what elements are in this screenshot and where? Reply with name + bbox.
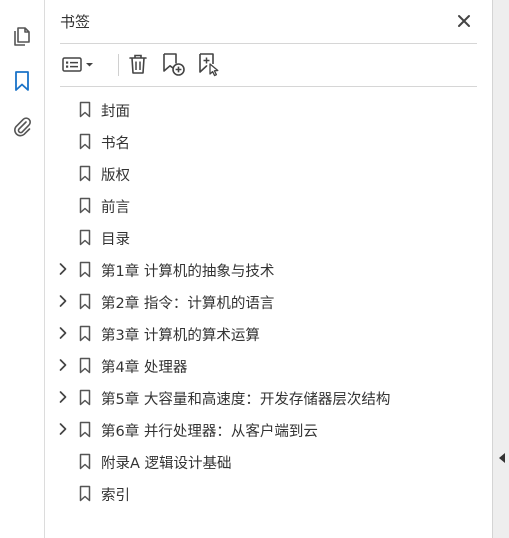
bookmark-item[interactable]: 前言 [45, 190, 492, 220]
bookmark-item[interactable]: 第4章 处理器 [45, 350, 492, 380]
bookmark-icon [79, 453, 91, 470]
bookmark-label: 前言 [101, 200, 130, 216]
bookmark-label: 第3章 计算机的算术运算 [101, 328, 260, 344]
chevron-right-icon[interactable] [57, 390, 69, 404]
bookmarks-panel: 书签 封面 书名 版权 前言 目录 第1章 计算机的抽象与技术 第2章 指令：计… [45, 0, 492, 538]
bookmark-icon [15, 71, 29, 91]
close-icon [458, 15, 470, 27]
bookmarks-toolbar [60, 50, 480, 80]
chevron-right-icon[interactable] [57, 326, 69, 340]
bookmark-icon [79, 197, 91, 214]
chevron-right-icon[interactable] [57, 294, 69, 308]
bookmark-label: 版权 [101, 168, 130, 184]
bookmark-item[interactable]: 书名 [45, 126, 492, 156]
bookmark-item[interactable]: 第5章 大容量和高速度：开发存储器层次结构 [45, 382, 492, 412]
attachment-icon [14, 117, 31, 137]
attachments-button[interactable] [8, 113, 36, 141]
bookmark-item[interactable]: 第2章 指令：计算机的语言 [45, 286, 492, 316]
toolbar-separator [118, 54, 119, 76]
options-menu-icon [62, 57, 93, 72]
title-divider [60, 43, 477, 44]
new-bookmark-from-selection-icon [199, 53, 219, 77]
bookmark-icon [79, 293, 91, 310]
bookmark-icon [79, 229, 91, 246]
bookmark-label: 第5章 大容量和高速度：开发存储器层次结构 [101, 392, 391, 408]
left-navigation-rail [0, 0, 45, 538]
bookmark-icon [79, 325, 91, 342]
new-bookmark-from-selection-button[interactable] [194, 50, 224, 78]
bookmark-item[interactable]: 版权 [45, 158, 492, 188]
bookmark-icon [79, 261, 91, 278]
bookmark-label: 书名 [101, 136, 130, 152]
bookmark-label: 目录 [101, 232, 130, 248]
bookmark-item[interactable]: 目录 [45, 222, 492, 252]
bookmark-icon [79, 421, 91, 438]
bookmark-label: 附录A 逻辑设计基础 [101, 456, 232, 472]
bookmark-label: 索引 [101, 488, 130, 504]
bookmark-icon [79, 133, 91, 150]
chevron-right-icon[interactable] [57, 422, 69, 436]
bookmark-icon [79, 389, 91, 406]
bookmark-label: 第1章 计算机的抽象与技术 [101, 264, 275, 280]
bookmarks-button[interactable] [8, 67, 36, 95]
page-thumbnails-button[interactable] [8, 21, 36, 49]
new-bookmark-button[interactable] [158, 50, 188, 78]
bookmark-item[interactable]: 索引 [45, 478, 492, 508]
bookmark-icon [79, 485, 91, 502]
bookmark-label: 封面 [101, 104, 130, 120]
delete-bookmark-button[interactable] [124, 50, 152, 78]
toolbar-divider [60, 86, 477, 87]
bookmark-item[interactable]: 第6章 并行处理器：从客户端到云 [45, 414, 492, 444]
panel-title: 书签 [60, 13, 91, 31]
options-menu-button[interactable] [60, 50, 98, 78]
collapse-arrow-icon[interactable] [498, 452, 506, 464]
bookmark-icon [79, 101, 91, 118]
new-bookmark-icon [163, 53, 185, 76]
close-panel-button[interactable] [453, 10, 475, 32]
bookmark-item[interactable]: 附录A 逻辑设计基础 [45, 446, 492, 476]
delete-icon [129, 54, 147, 74]
bookmark-label: 第6章 并行处理器：从客户端到云 [101, 424, 318, 440]
bookmark-icon [79, 165, 91, 182]
bookmark-item[interactable]: 第1章 计算机的抽象与技术 [45, 254, 492, 284]
chevron-right-icon[interactable] [57, 358, 69, 372]
bookmark-label: 第4章 处理器 [101, 360, 188, 376]
bookmark-label: 第2章 指令：计算机的语言 [101, 296, 275, 312]
bookmark-icon [79, 357, 91, 374]
pages-icon [14, 27, 30, 46]
bookmark-item[interactable]: 第3章 计算机的算术运算 [45, 318, 492, 348]
bookmark-item[interactable]: 封面 [45, 94, 492, 124]
chevron-right-icon[interactable] [57, 262, 69, 276]
panel-splitter[interactable] [492, 0, 509, 538]
